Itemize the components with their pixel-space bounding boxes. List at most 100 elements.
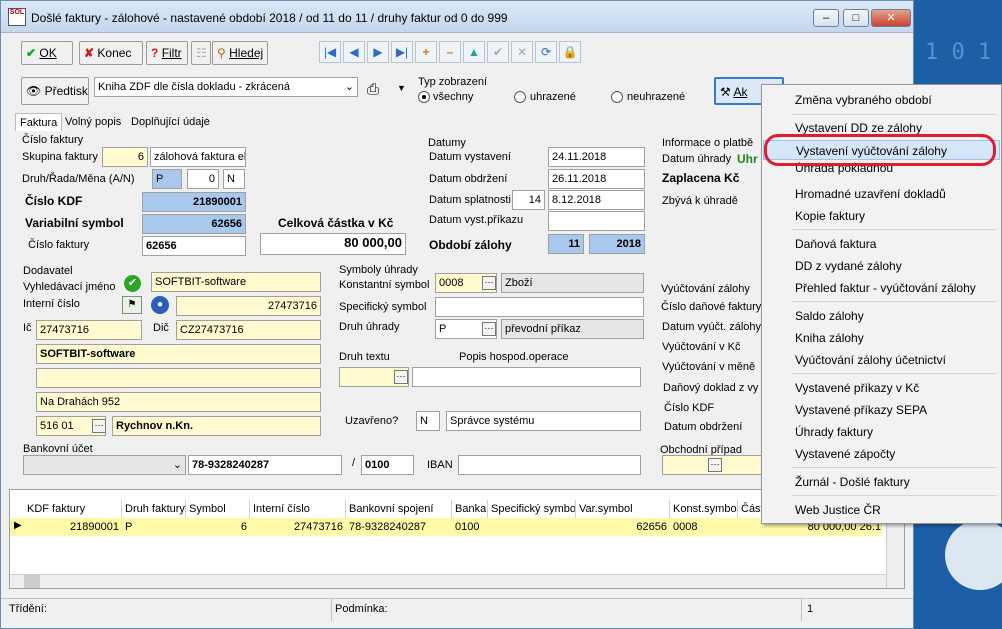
next-record-icon[interactable]: ▶ [367,41,389,63]
iban-field[interactable] [458,455,641,475]
menu-item-prehled-faktur[interactable]: Přehled faktur - vyúčtování zálohy [763,278,1000,298]
close-button[interactable]: ✕ [871,9,911,27]
ic-field[interactable]: 27473716 [36,320,142,340]
supplier-street-field[interactable]: Na Drahách 952 [36,392,321,412]
konec-button[interactable]: ✘ Konec [79,41,143,65]
radio-neuhrazene[interactable] [611,91,623,103]
menu-item-uhrady-faktury[interactable]: Úhrady faktury [763,422,1000,442]
mena-field[interactable]: N [223,169,245,189]
tab-faktura[interactable]: Faktura [15,113,63,131]
grid-header-banka[interactable]: Banka [452,500,488,518]
grid-header-interni[interactable]: Interní číslo [250,500,346,518]
menu-item-danova-faktura[interactable]: Daňová faktura [763,234,1000,254]
supplier-name-field[interactable]: SOFTBIT-software [36,344,321,364]
skupina-field[interactable]: 6 [102,147,148,167]
map-icon[interactable]: ⚑ [122,296,142,314]
obchodni-lookup-button[interactable]: ⋯ [708,458,722,472]
supplier-city-field[interactable]: Rychnov n.Kn. [112,416,321,436]
menu-item-zurnal[interactable]: Žurnál - Došlé faktury [763,472,1000,492]
dic-field[interactable]: CZ27473716 [176,320,321,340]
grid-header-vs[interactable]: Var.symbol [576,500,670,518]
minimize-button[interactable]: – [813,9,839,27]
bank-account-field[interactable]: 78-9328240287 [188,455,342,475]
menu-item-zapocty[interactable]: Vystavené zápočty [763,444,1000,464]
interni-cislo-field[interactable]: 27473716 [176,296,321,316]
delete-record-icon[interactable]: – [439,41,461,63]
cf-field[interactable]: 62656 [142,236,246,256]
radio-uhrazene[interactable] [514,91,526,103]
bank-code-field[interactable]: 0100 [361,455,414,475]
check-icon: ✔ [26,46,37,60]
filter-clear-button[interactable]: ☷ [191,41,211,65]
datum-obdrzeni-field[interactable]: 26.11.2018 [548,169,645,189]
supplier-line2-field[interactable] [36,368,321,388]
menu-item-zmena-obdobi[interactable]: Změna vybraného období [763,90,1000,110]
skupina-label: Skupina faktury [22,151,98,163]
predtisk-button[interactable]: 👁 Předtisk [21,77,89,105]
celkova-castka-field[interactable]: 80 000,00 [260,233,406,255]
grid-header-konst[interactable]: Konst.symbol [670,500,738,518]
last-record-icon[interactable]: ▶| [391,41,413,63]
hledej-button[interactable]: ⚲ Hledej [212,41,268,65]
maximize-button[interactable]: □ [843,9,869,27]
vs-field[interactable]: 62656 [142,214,246,234]
druh-textu-lookup-button[interactable]: ⋯ [394,370,408,384]
obdobi-month-field[interactable]: 11 [548,234,584,254]
datum-splatnosti-field[interactable]: 8.12.2018 [548,190,645,210]
ok-button[interactable]: ✔ OK [21,41,73,65]
psc-lookup-button[interactable]: ⋯ [92,419,106,433]
popis-field[interactable] [412,367,641,387]
menu-separator [792,467,997,468]
tab-doplnujici-udaje[interactable]: Doplňující údaje [127,113,214,131]
radio-vsechny[interactable] [418,91,430,103]
prev-record-icon[interactable]: ◀ [343,41,365,63]
menu-item-dd-z-vydane[interactable]: DD z vydané zálohy [763,256,1000,276]
grid-header-kdf[interactable]: KDF faktury [24,500,122,518]
splatnost-days-field[interactable]: 14 [512,190,545,210]
grid-header-symbol[interactable]: Symbol [186,500,250,518]
printer-icon[interactable]: ⎙ [367,81,379,98]
post-check-icon[interactable]: ✔ [487,41,509,63]
vyhl-jmeno-field[interactable]: SOFTBIT-software [151,272,321,292]
konst-lookup-button[interactable]: ⋯ [482,276,496,290]
datum-vystaveni-field[interactable]: 24.11.2018 [548,147,645,167]
filtr-button[interactable]: ? Filtr [146,41,188,65]
radio-vsechny-label: všechny [433,91,474,103]
print-dropdown-icon[interactable]: ▼ [397,83,406,93]
menu-item-kniha-zalohy[interactable]: Kniha zálohy [763,328,1000,348]
report-select[interactable]: Kniha ZDF dle čísla dokladu - zkrácená ⌄ [94,77,358,97]
menu-item-saldo-zalohy[interactable]: Saldo zálohy [763,306,1000,326]
grid-header-bank-spojeni[interactable]: Bankovní spojení [346,500,452,518]
menu-item-prikazy-kc[interactable]: Vystavené příkazy v Kč [763,378,1000,398]
tab-volny-popis[interactable]: Volný popis [61,113,125,131]
spec-symbol-field[interactable] [435,297,644,317]
datum-prikazu-field[interactable] [548,211,645,231]
lock-icon[interactable]: 🔒 [559,41,581,63]
druh-uhrady-lookup-button[interactable]: ⋯ [482,322,496,336]
grid-header-druh[interactable]: Druh faktury [122,500,186,518]
grid-header-spec[interactable]: Specifický symbol [488,500,576,518]
kdf-field[interactable]: 21890001 [142,192,246,212]
edit-up-icon[interactable]: ▲ [463,41,485,63]
first-record-icon[interactable]: |◀ [319,41,341,63]
interni-cislo-label: Interní číslo [23,298,80,310]
add-record-icon[interactable]: + [415,41,437,63]
menu-item-prikazy-sepa[interactable]: Vystavené příkazy SEPA [763,400,1000,420]
menu-item-kopie-faktury[interactable]: Kopie faktury [763,206,1000,226]
uzavreno-field[interactable]: N [416,411,440,431]
cancel-edit-icon[interactable]: ✕ [511,41,533,63]
grid-horizontal-scrollbar[interactable] [10,574,886,588]
druh-field[interactable]: P [152,169,182,189]
grid-hscroll-thumb[interactable] [24,574,40,588]
status-count: 1 [807,603,814,615]
refresh-icon[interactable]: ⟳ [535,41,557,63]
obdobi-year-field[interactable]: 2018 [589,234,645,254]
menu-item-web-justice[interactable]: Web Justice ČR [763,500,1000,520]
celkova-castka-label: Celková částka v Kč [278,216,394,230]
menu-item-vyuctovani-ucetnictvi[interactable]: Vyúčtování zálohy účetnictví [763,350,1000,370]
rada-field[interactable]: 0 [187,169,219,189]
menu-item-hromadne-uzavreni[interactable]: Hromadné uzavření dokladů [763,184,1000,204]
bank-select[interactable]: ⌄ [23,455,186,475]
globe-icon[interactable]: ● [151,296,169,314]
row-pointer-icon: ▶ [14,520,22,531]
